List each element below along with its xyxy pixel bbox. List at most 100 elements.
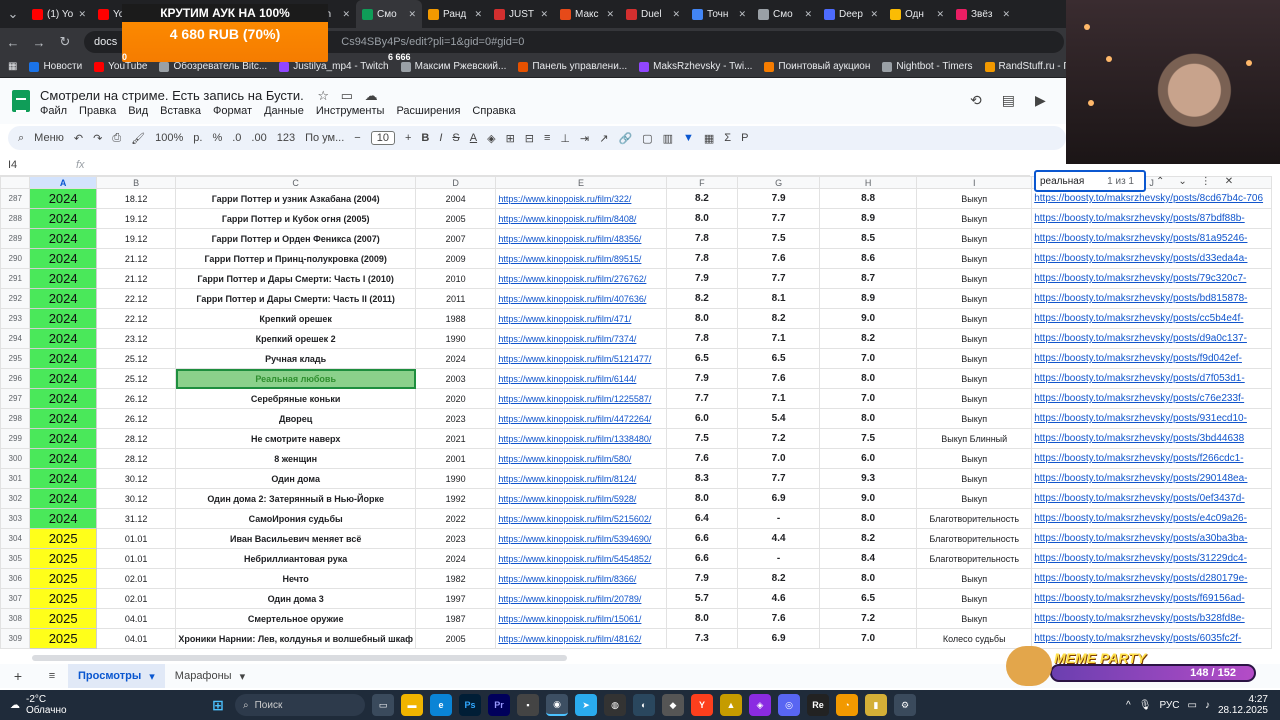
release-year-cell[interactable]: 2022: [415, 508, 497, 529]
column-header[interactable]: D: [415, 176, 497, 189]
kinopoisk-link[interactable]: https://www.kinopoisk.ru/film/15061/: [495, 608, 667, 629]
date-cell[interactable]: 02.01: [95, 588, 177, 609]
close-tab-icon[interactable]: ✕: [342, 9, 350, 20]
boosty-link[interactable]: https://boosty.to/maksrzhevsky/posts/312…: [1031, 548, 1272, 569]
rating-f-cell[interactable]: 7.3: [665, 628, 739, 649]
browser-tab[interactable]: Точн ✕: [686, 3, 752, 25]
redo-icon[interactable]: ↷: [93, 132, 102, 145]
corner-cell[interactable]: [0, 176, 31, 189]
edge-icon[interactable]: e: [430, 694, 452, 716]
release-year-cell[interactable]: 2004: [415, 188, 497, 209]
source-cell[interactable]: Выкуп: [916, 268, 1033, 289]
source-cell[interactable]: Выкуп: [916, 488, 1033, 509]
close-tab-icon[interactable]: ✕: [1002, 9, 1010, 20]
rating-g-cell[interactable]: 7.7: [737, 268, 821, 289]
boosty-link[interactable]: https://boosty.to/maksrzhevsky/posts/a30…: [1031, 528, 1272, 549]
italic-icon[interactable]: I: [439, 132, 442, 144]
row-number[interactable]: 294: [0, 328, 31, 349]
row-number[interactable]: 303: [0, 508, 31, 529]
rating-h-cell[interactable]: 7.5: [819, 428, 918, 449]
bold-icon[interactable]: B: [421, 132, 429, 144]
year-cell[interactable]: 2025: [29, 628, 97, 649]
year-cell[interactable]: 2024: [29, 328, 97, 349]
back-arrow-icon[interactable]: ←: [0, 35, 26, 50]
row-number[interactable]: 298: [0, 408, 31, 429]
date-cell[interactable]: 04.01: [95, 628, 177, 649]
language-indicator[interactable]: РУС: [1159, 700, 1179, 711]
rating-f-cell[interactable]: 7.5: [665, 428, 739, 449]
rating-g-cell[interactable]: 8.2: [737, 568, 821, 589]
rating-h-cell[interactable]: 8.5: [819, 228, 918, 249]
browser-tab[interactable]: (1) Yo ✕: [26, 3, 92, 25]
source-cell[interactable]: Выкуп: [916, 448, 1033, 469]
rating-g-cell[interactable]: 7.1: [737, 328, 821, 349]
rating-h-cell[interactable]: 6.5: [819, 588, 918, 609]
sheet-tab[interactable]: Просмотры ▾: [68, 664, 165, 688]
rating-h-cell[interactable]: 8.9: [819, 208, 918, 229]
date-cell[interactable]: 22.12: [95, 308, 177, 329]
bookmark[interactable]: Поинтовый аукцион: [764, 61, 870, 72]
paint-format-icon[interactable]: 🖌: [131, 132, 145, 145]
sheet-tab[interactable]: Марафоны ▾: [165, 670, 255, 683]
year-cell[interactable]: 2024: [29, 228, 97, 249]
find-input[interactable]: реальная 1 из 1: [1034, 170, 1146, 192]
boosty-link[interactable]: https://boosty.to/maksrzhevsky/posts/cc5…: [1031, 308, 1272, 329]
source-cell[interactable]: Выкуп: [916, 228, 1033, 249]
kinopoisk-link[interactable]: https://www.kinopoisk.ru/film/1225587/: [495, 388, 667, 409]
title-cell[interactable]: Не смотрите наверх: [175, 428, 417, 449]
title-cell[interactable]: Гарри Поттер и Принц-полукровка (2009): [175, 248, 417, 269]
text-rotate-icon[interactable]: ↗: [599, 132, 608, 145]
rating-g-cell[interactable]: 8.1: [737, 288, 821, 309]
app-icon-2[interactable]: ◆: [662, 694, 684, 716]
kinopoisk-link[interactable]: https://www.kinopoisk.ru/film/5394690/: [495, 528, 667, 549]
column-header[interactable]: H: [819, 176, 918, 189]
boosty-link[interactable]: https://boosty.to/maksrzhevsky/posts/d9a…: [1031, 328, 1272, 349]
release-year-cell[interactable]: 2024: [415, 548, 497, 569]
rating-f-cell[interactable]: 6.4: [665, 508, 739, 529]
rating-f-cell[interactable]: 7.8: [665, 228, 739, 249]
caret-down-icon[interactable]: ▾: [240, 670, 246, 683]
date-cell[interactable]: 01.01: [95, 548, 177, 569]
comments-icon[interactable]: ▤: [1002, 92, 1015, 109]
date-cell[interactable]: 21.12: [95, 268, 177, 289]
rating-g-cell[interactable]: 4.4: [737, 528, 821, 549]
decrease-decimals-button[interactable]: .0: [232, 132, 241, 144]
rating-f-cell[interactable]: 7.6: [665, 448, 739, 469]
row-number[interactable]: 301: [0, 468, 31, 489]
source-cell[interactable]: Выкуп: [916, 388, 1033, 409]
tab-list-chevron-icon[interactable]: ⌄: [0, 6, 26, 22]
apps-grid-icon[interactable]: ▦: [8, 61, 17, 72]
horizontal-scrollbar[interactable]: [32, 655, 567, 661]
rating-h-cell[interactable]: 7.0: [819, 348, 918, 369]
kinopoisk-link[interactable]: https://www.kinopoisk.ru/film/6144/: [495, 368, 667, 389]
insert-chart-icon[interactable]: ▥: [663, 132, 673, 145]
release-year-cell[interactable]: 2021: [415, 428, 497, 449]
chrome-icon[interactable]: ◉: [546, 694, 568, 716]
rating-f-cell[interactable]: 7.7: [665, 388, 739, 409]
rating-g-cell[interactable]: 7.5: [737, 228, 821, 249]
rating-h-cell[interactable]: 7.0: [819, 628, 918, 649]
rating-g-cell[interactable]: 8.2: [737, 308, 821, 329]
insert-link-icon[interactable]: 🔗: [618, 132, 632, 145]
year-cell[interactable]: 2025: [29, 608, 97, 629]
bookmark[interactable]: MaksRzhevsky - Twi...: [639, 61, 752, 72]
date-cell[interactable]: 30.12: [95, 468, 177, 489]
rating-f-cell[interactable]: 5.7: [665, 588, 739, 609]
date-cell[interactable]: 23.12: [95, 328, 177, 349]
title-cell[interactable]: Один дома: [175, 468, 417, 489]
source-cell[interactable]: Выкуп: [916, 188, 1033, 209]
rating-g-cell[interactable]: 7.6: [737, 248, 821, 269]
find-close-icon[interactable]: ✕: [1225, 176, 1233, 187]
year-cell[interactable]: 2024: [29, 248, 97, 269]
settings-icon[interactable]: ⚙: [894, 694, 916, 716]
boosty-link[interactable]: https://boosty.to/maksrzhevsky/posts/b32…: [1031, 608, 1272, 629]
rating-g-cell[interactable]: 7.1: [737, 388, 821, 409]
find-prev-icon[interactable]: ⌃: [1156, 176, 1164, 187]
row-number[interactable]: 306: [0, 568, 31, 589]
rating-h-cell[interactable]: 7.2: [819, 608, 918, 629]
discord-icon[interactable]: ◎: [778, 694, 800, 716]
boosty-link[interactable]: https://boosty.to/maksrzhevsky/posts/bd8…: [1031, 288, 1272, 309]
row-number[interactable]: 308: [0, 608, 31, 629]
browser-tab[interactable]: Ранд ✕: [422, 3, 488, 25]
title-cell[interactable]: Хроники Нарнии: Лев, колдунья и волшебны…: [175, 628, 417, 649]
